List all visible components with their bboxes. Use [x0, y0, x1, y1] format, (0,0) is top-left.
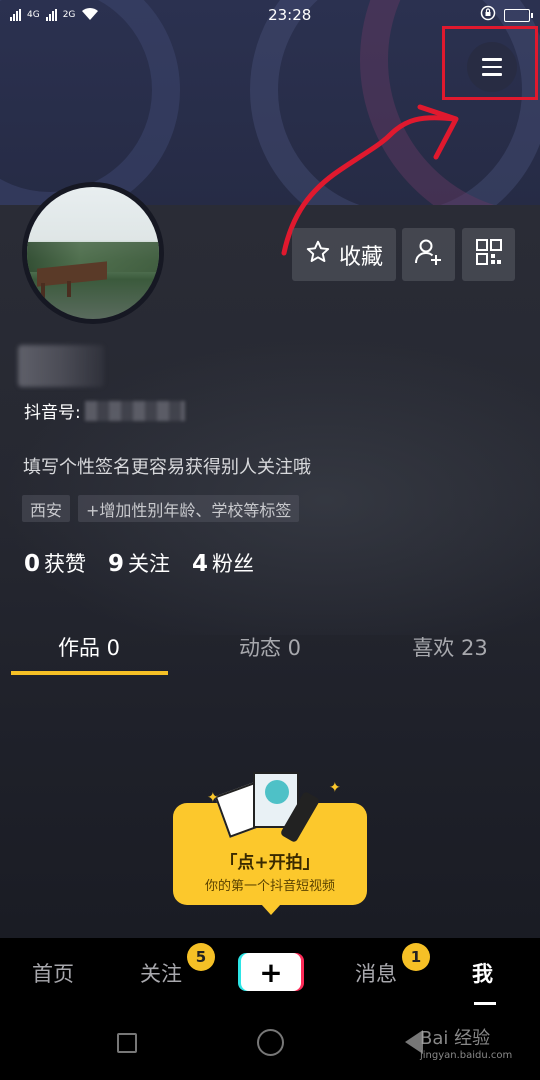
- favorites-button[interactable]: 收藏: [292, 228, 396, 281]
- photos-illustration-icon: ✦ ✦: [207, 770, 341, 844]
- sparkle-icon: ✦: [207, 790, 219, 806]
- signal-icon: [45, 9, 57, 21]
- followers-stat[interactable]: 4 粉丝: [192, 548, 254, 578]
- avatar[interactable]: [22, 182, 164, 324]
- messages-badge: 1: [402, 943, 430, 971]
- avatar-image: [27, 187, 159, 319]
- add-user-icon: [414, 237, 444, 273]
- profile-stats: 0 获赞 9 关注 4 粉丝: [24, 548, 254, 578]
- douyin-id-redacted: [84, 400, 185, 421]
- tab-works[interactable]: 作品 0: [10, 622, 168, 672]
- tab-activity[interactable]: 动态 0: [190, 622, 350, 672]
- home-button[interactable]: [257, 1029, 284, 1056]
- prompt-subtitle: 你的第一个抖音短视频: [204, 879, 335, 894]
- content-tabs: 作品 0 动态 0 喜欢 23: [0, 622, 540, 676]
- baidu-jingyan-watermark: Bai 经验 jingyan.baidu.com: [420, 1028, 513, 1061]
- wifi-icon: [81, 7, 99, 24]
- qr-code-icon: [475, 238, 503, 272]
- system-navigation-bar: Bai 经验 jingyan.baidu.com: [0, 1008, 540, 1080]
- favorites-label: 收藏: [338, 244, 383, 270]
- create-video-button[interactable]: +: [241, 953, 301, 991]
- network-label-1: 4G: [27, 10, 40, 20]
- sparkle-icon: ✦: [329, 780, 341, 796]
- signal-icon: [10, 9, 21, 21]
- add-friend-button[interactable]: [402, 228, 455, 281]
- rotation-lock-icon: [480, 5, 496, 25]
- add-tags-button[interactable]: +增加性别年龄、学校等标签: [78, 495, 300, 522]
- battery-icon: [503, 8, 533, 22]
- bottom-navigation: 首页 关注 5 + 消息 1 我: [0, 938, 540, 1008]
- prompt-title: 「点+开拍」: [220, 853, 320, 873]
- douyin-id: 抖音号:: [24, 398, 185, 423]
- plus-icon: +: [259, 955, 283, 989]
- bio-placeholder[interactable]: 填写个性签名更容易获得别人关注哦: [23, 453, 311, 479]
- nav-me[interactable]: 我: [472, 958, 493, 988]
- nav-messages[interactable]: 消息: [355, 958, 397, 988]
- banner-decor-circle: [0, 0, 180, 205]
- recents-button[interactable]: [117, 1033, 137, 1053]
- network-label-2: 2G: [62, 10, 76, 20]
- qr-code-button[interactable]: [462, 228, 515, 281]
- following-badge: 5: [187, 943, 215, 971]
- douyin-id-label: 抖音号:: [24, 403, 81, 423]
- nav-home[interactable]: 首页: [32, 958, 74, 988]
- likes-stat[interactable]: 0 获赞: [24, 548, 86, 578]
- username-redacted: [18, 345, 104, 387]
- star-icon: [305, 239, 331, 271]
- location-tag[interactable]: 西安: [22, 495, 71, 522]
- active-tab-indicator: [11, 671, 168, 675]
- create-first-video-prompt[interactable]: ✦ ✦ 「点+开拍」 你的第一个抖音短视频: [173, 770, 367, 918]
- annotation-highlight-box: [442, 26, 538, 100]
- tab-likes[interactable]: 喜欢 23: [370, 622, 530, 672]
- clock: 23:28: [268, 6, 312, 24]
- profile-tags: 西安 +增加性别年龄、学校等标签: [22, 495, 300, 522]
- active-nav-indicator: [474, 1002, 496, 1005]
- following-stat[interactable]: 9 关注: [108, 548, 170, 578]
- nav-following[interactable]: 关注: [140, 958, 182, 988]
